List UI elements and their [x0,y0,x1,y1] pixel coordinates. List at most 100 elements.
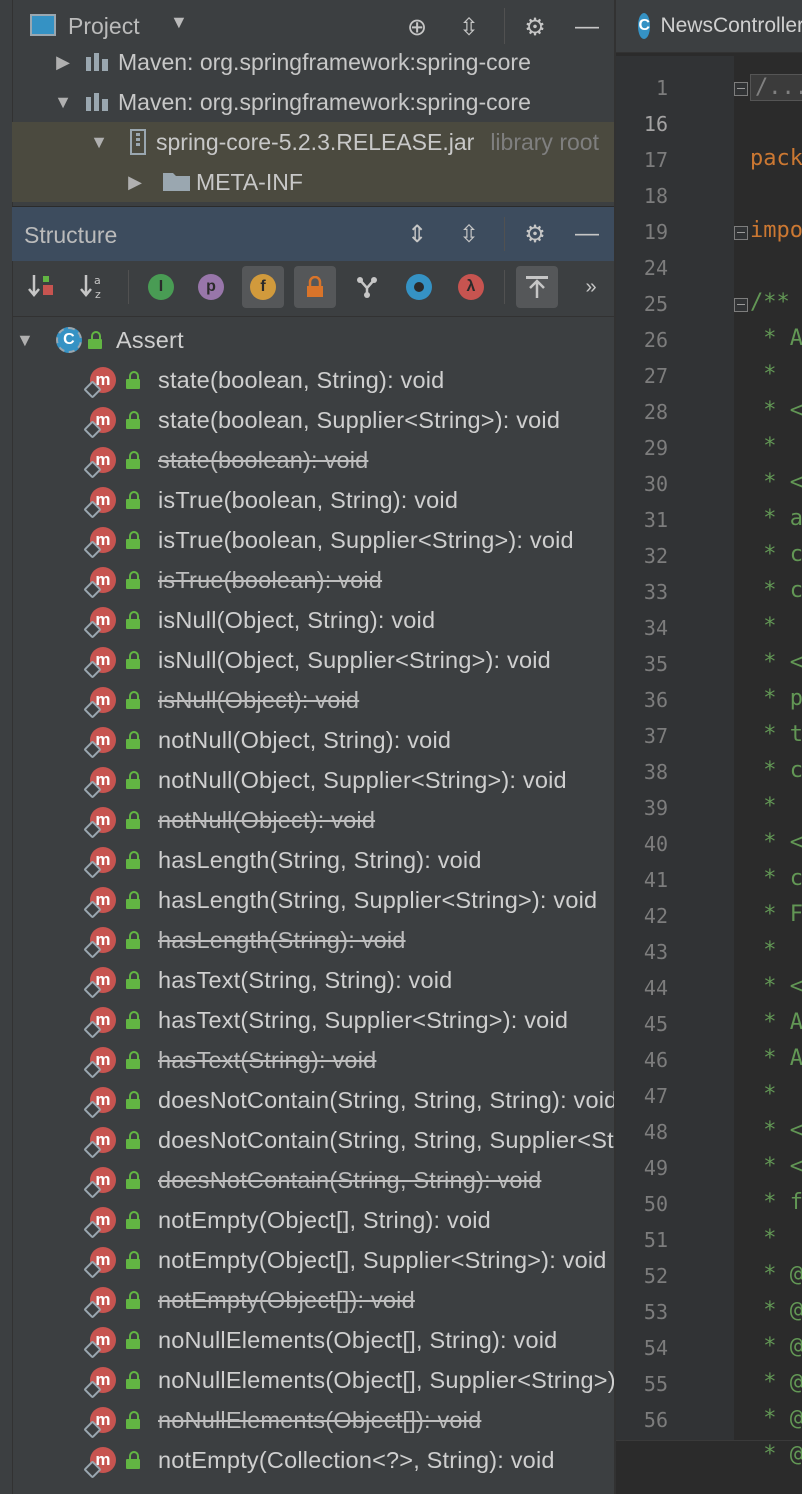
chevron-down-icon[interactable]: ▼ [52,92,74,113]
structure-member[interactable]: m state(boolean, String): void [12,360,614,400]
method-icon: m [90,1087,116,1113]
sort-visibility-icon[interactable] [20,266,62,308]
project-tree-item[interactable]: ▶ META-INF [12,162,614,202]
code-line: * @ [750,1334,802,1359]
expand-all-icon[interactable]: ⇕ [400,217,434,251]
structure-member[interactable]: m doesNotContain(String, String): void [12,1160,614,1200]
method-icon: m [90,1207,116,1233]
structure-member[interactable]: m hasLength(String, String): void [12,840,614,880]
code-line: * c [750,758,802,783]
code-line: * < [750,1118,802,1143]
structure-member[interactable]: m hasText(String, Supplier<String>): void [12,1000,614,1040]
member-signature: hasText(String): void [158,1046,377,1073]
gear-icon[interactable]: ⚙ [518,10,552,44]
method-icon: m [90,447,116,473]
editor-tab[interactable]: NewsController [660,14,802,38]
structure-member[interactable]: m hasText(String, String): void [12,960,614,1000]
method-icon: m [90,807,116,833]
structure-member[interactable]: m noNullElements(Object[], Supplier<Strin… [12,1360,614,1400]
structure-member[interactable]: m hasText(String): void [12,1040,614,1080]
structure-member[interactable]: m isTrue(boolean): void [12,560,614,600]
member-signature: isTrue(boolean, String): void [158,486,459,513]
fold-marker-icon[interactable] [734,298,748,312]
line-number: 16 [643,112,668,136]
line-number: 32 [643,544,668,568]
member-signature: doesNotContain(String, String, Supplier<… [158,1126,614,1153]
structure-member[interactable]: m notEmpty(Object[]): void [12,1280,614,1320]
show-fields-icon[interactable]: f [242,266,284,308]
structure-member[interactable]: m hasLength(String): void [12,920,614,960]
structure-member[interactable]: m isNull(Object): void [12,680,614,720]
public-lock-icon [126,571,140,589]
structure-member[interactable]: m notNull(Object, Supplier<String>): void [12,760,614,800]
locate-icon[interactable]: ⊕ [400,10,434,44]
show-non-public-icon[interactable] [294,266,336,308]
chevron-down-icon[interactable]: ▼ [16,330,46,351]
structure-member[interactable]: m notEmpty(Object[], Supplier<String>): v… [12,1240,614,1280]
structure-member[interactable]: m notEmpty(Object[], String): void [12,1200,614,1240]
structure-member[interactable]: m doesNotContain(String, String, Supplier… [12,1120,614,1160]
line-number: 54 [643,1336,668,1360]
structure-member[interactable]: m isNull(Object, String): void [12,600,614,640]
chevron-down-icon[interactable]: ▼ [88,132,110,153]
chevron-right-icon[interactable]: ▶ [124,172,146,193]
structure-member[interactable]: m notEmpty(Collection<?>, String): void [12,1440,614,1480]
project-title[interactable]: Project [68,13,140,40]
chevron-down-icon[interactable]: ▼ [170,12,188,33]
autoscroll-from-source-icon[interactable] [516,266,558,308]
gear-icon[interactable]: ⚙ [518,217,552,251]
fold-marker-icon[interactable] [734,226,748,240]
structure-member[interactable]: m doesNotContain(String, String, String):… [12,1080,614,1120]
structure-title: Structure [24,222,118,248]
method-icon: m [90,727,116,753]
structure-member[interactable]: m isTrue(boolean, String): void [12,480,614,520]
structure-member[interactable]: m state(boolean): void [12,440,614,480]
lambda-icon[interactable]: λ [450,266,492,308]
public-lock-icon [126,411,140,429]
code-line: * @ [750,1442,802,1467]
project-tree-item-selected[interactable]: ▼ spring-core-5.2.3.RELEASE.jar library … [12,122,614,162]
member-signature: isNull(Object, String): void [158,606,436,633]
project-tree-item[interactable]: ▼ Maven: org.springframework:spring-core [12,82,614,122]
public-lock-icon [126,491,140,509]
line-number: 53 [643,1300,668,1324]
structure-member[interactable]: m state(boolean, Supplier<String>): void [12,400,614,440]
minimize-icon[interactable]: — [570,10,604,44]
collapse-icon[interactable]: ⇳ [452,10,486,44]
public-lock-icon [126,731,140,749]
structure-member[interactable]: m noNullElements(Object[], String): void [12,1320,614,1360]
public-lock-icon [126,971,140,989]
line-number: 30 [643,472,668,496]
structure-member[interactable]: m isNull(Object, Supplier<String>): void [12,640,614,680]
line-number: 28 [643,400,668,424]
structure-member[interactable]: m isTrue(boolean, Supplier<String>): void [12,520,614,560]
collapse-all-icon[interactable]: ⇳ [452,217,486,251]
chevron-right-icon[interactable]: ▶ [52,52,74,73]
line-number: 25 [643,292,668,316]
line-number: 17 [643,148,668,172]
show-inherited-icon[interactable]: I [140,266,182,308]
project-tree-item[interactable]: ▶ Maven: org.springframework:spring-core [12,42,614,82]
show-lambdas-icon[interactable] [398,266,440,308]
sort-alpha-icon[interactable]: az [72,266,114,308]
structure-member[interactable]: m notNull(Object): void [12,800,614,840]
method-icon: m [90,1247,116,1273]
editor-tab-bar: C NewsController [616,0,802,53]
editor-pane: C NewsController 1 16 17 18 19 24 25 26 27 28 29 30… [614,0,802,1494]
code-line: * f [750,1190,802,1215]
jar-icon [128,129,152,155]
member-signature: notEmpty(Object[], Supplier<String>): vo… [158,1246,607,1273]
show-anonymous-icon[interactable] [346,266,388,308]
show-properties-icon[interactable]: p [190,266,232,308]
structure-member[interactable]: m hasLength(String, Supplier<String>): vo… [12,880,614,920]
fold-marker-icon[interactable] [734,82,748,96]
minimize-icon[interactable]: — [570,217,604,251]
more-icon[interactable]: » [576,266,606,308]
method-icon: m [90,1127,116,1153]
structure-member[interactable]: m noNullElements(Object[]): void [12,1400,614,1440]
structure-member[interactable]: m notNull(Object, String): void [12,720,614,760]
member-signature: noNullElements(Object[], String): void [158,1326,558,1353]
code-line: pack [750,146,802,171]
structure-root[interactable]: ▼ C Assert [12,320,614,360]
code-line: * [750,794,777,819]
